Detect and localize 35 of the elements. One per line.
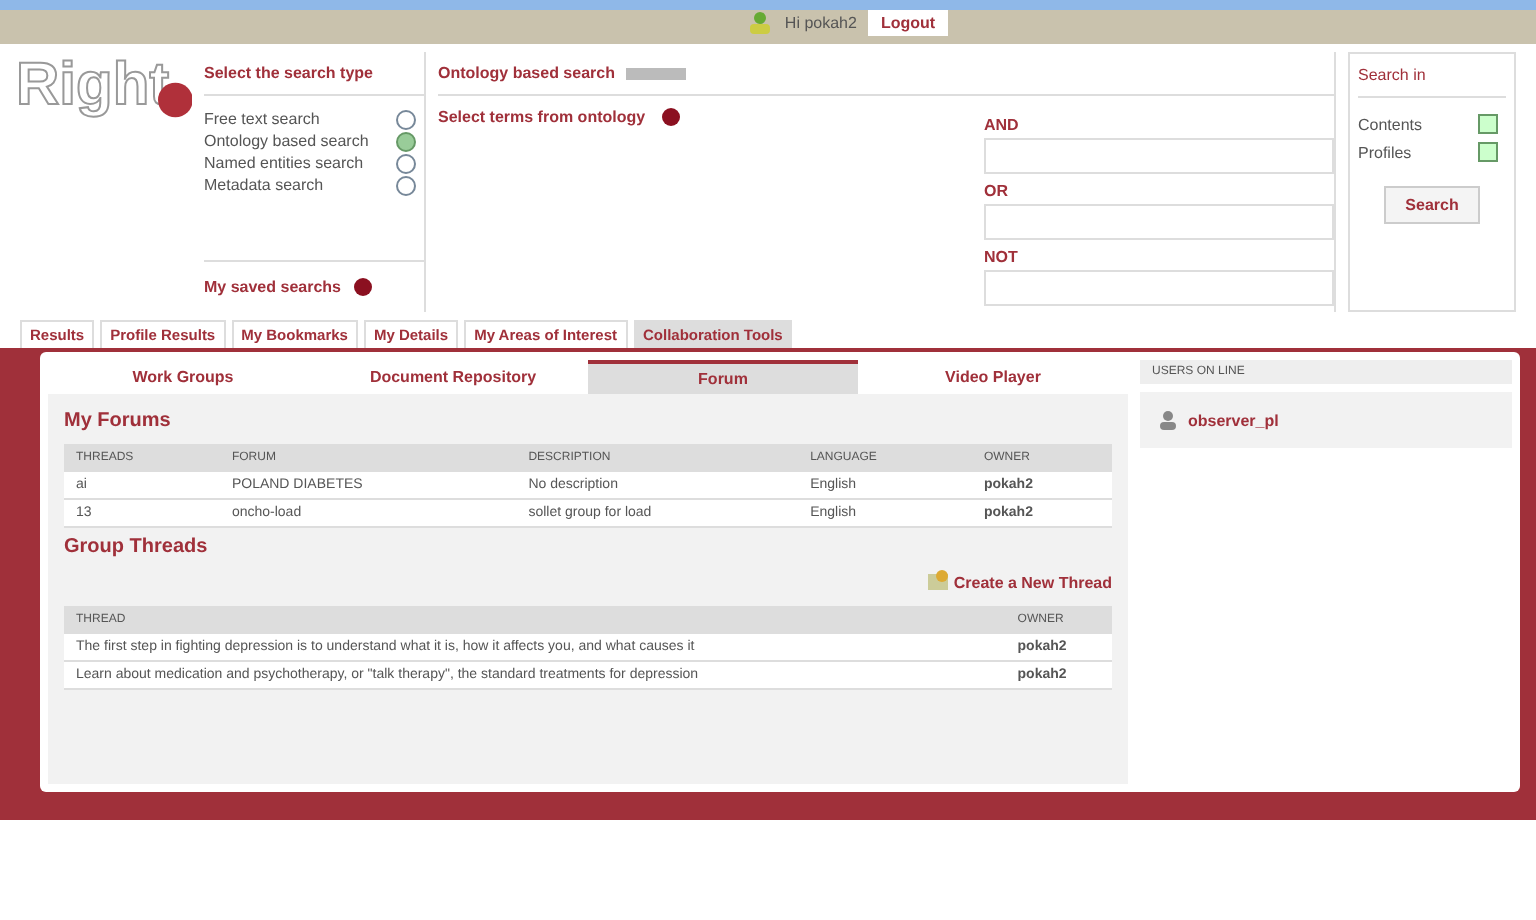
field-label: AND (984, 116, 1021, 134)
option-label: Named entities search (204, 154, 364, 172)
select-terms-label: Select terms from ontology (438, 108, 646, 126)
radio-button[interactable] (396, 131, 416, 151)
option-label: Contents (1358, 115, 1423, 133)
section-title: Select the search type (204, 64, 373, 82)
input-field[interactable] (984, 204, 1334, 240)
option-label: Free text search (204, 110, 320, 128)
saved-searches-link[interactable]: My saved searchs (204, 278, 341, 296)
user-link[interactable]: observer_pl (1188, 411, 1279, 429)
section-title: Ontology based search (438, 64, 615, 82)
subtab[interactable]: Forum (588, 360, 858, 394)
checkbox[interactable] (1478, 142, 1498, 162)
search-button[interactable]: Search (1383, 186, 1481, 224)
forum-icon[interactable] (925, 570, 950, 594)
option-label: Ontology based search (204, 132, 369, 150)
user-icon (748, 10, 773, 34)
section-title: Search in (1358, 66, 1426, 84)
option-label: Metadata search (204, 176, 324, 194)
section-title: Group Threads (64, 536, 210, 558)
input-field[interactable] (984, 270, 1334, 306)
input-field[interactable] (984, 138, 1334, 174)
field-label: NOT (984, 248, 1020, 266)
logout-button[interactable]: Logout (868, 9, 948, 35)
radio-button[interactable] (396, 175, 416, 195)
create-thread-link[interactable]: Create a New Thread (953, 573, 1112, 591)
greeting-text: Hi pokah2 (784, 13, 857, 31)
logo-text: Right (16, 52, 170, 120)
field-label: OR (984, 182, 1010, 200)
checkbox[interactable] (1478, 114, 1498, 134)
section-title: My Forums (64, 410, 173, 432)
option-label: Profiles (1358, 143, 1412, 161)
radio-button[interactable] (396, 109, 416, 129)
user-icon (1156, 408, 1180, 432)
radio-button[interactable] (396, 153, 416, 173)
